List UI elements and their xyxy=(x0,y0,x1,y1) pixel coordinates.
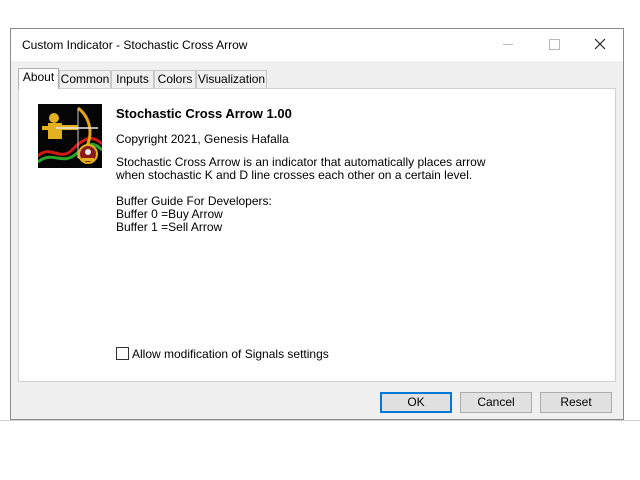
ok-button[interactable]: OK xyxy=(380,392,452,413)
description-text: Stochastic Cross Arrow is an indicator t… xyxy=(116,156,486,182)
indicator-dialog: Custom Indicator - Stochastic Cross Arro… xyxy=(10,28,624,420)
maximize-icon xyxy=(549,39,560,50)
minimize-button[interactable] xyxy=(485,29,531,61)
cancel-button[interactable]: Cancel xyxy=(460,392,532,413)
allow-modification-checkbox[interactable] xyxy=(116,347,129,360)
tab-inputs[interactable]: Inputs xyxy=(111,70,154,88)
close-button[interactable] xyxy=(577,29,623,61)
window-title: Custom Indicator - Stochastic Cross Arro… xyxy=(22,38,248,52)
close-icon xyxy=(594,38,606,50)
buffer-guide-line: Buffer 1 =Sell Arrow xyxy=(116,220,223,234)
tab-visualization[interactable]: Visualization xyxy=(196,70,267,88)
minimize-icon xyxy=(503,44,513,45)
tab-common[interactable]: Common xyxy=(59,70,111,88)
indicator-title: Stochastic Cross Arrow 1.00 xyxy=(116,106,292,121)
buffer-guide: Buffer Guide For Developers: Buffer 0 =B… xyxy=(116,195,272,234)
tab-about[interactable]: About xyxy=(18,68,59,89)
title-bar[interactable]: Custom Indicator - Stochastic Cross Arro… xyxy=(11,29,623,61)
archer-logo-icon xyxy=(38,104,102,168)
allow-modification-label[interactable]: Allow modification of Signals settings xyxy=(132,347,329,361)
about-panel: Stochastic Cross Arrow 1.00 Copyright 20… xyxy=(18,88,616,382)
maximize-button[interactable] xyxy=(531,29,577,61)
tab-colors[interactable]: Colors xyxy=(154,70,196,88)
reset-button[interactable]: Reset xyxy=(540,392,612,413)
chart-grid-line xyxy=(0,420,640,421)
copyright-text: Copyright 2021, Genesis Hafalla xyxy=(116,132,289,146)
description-line: when stochastic K and D line crosses eac… xyxy=(116,168,473,182)
